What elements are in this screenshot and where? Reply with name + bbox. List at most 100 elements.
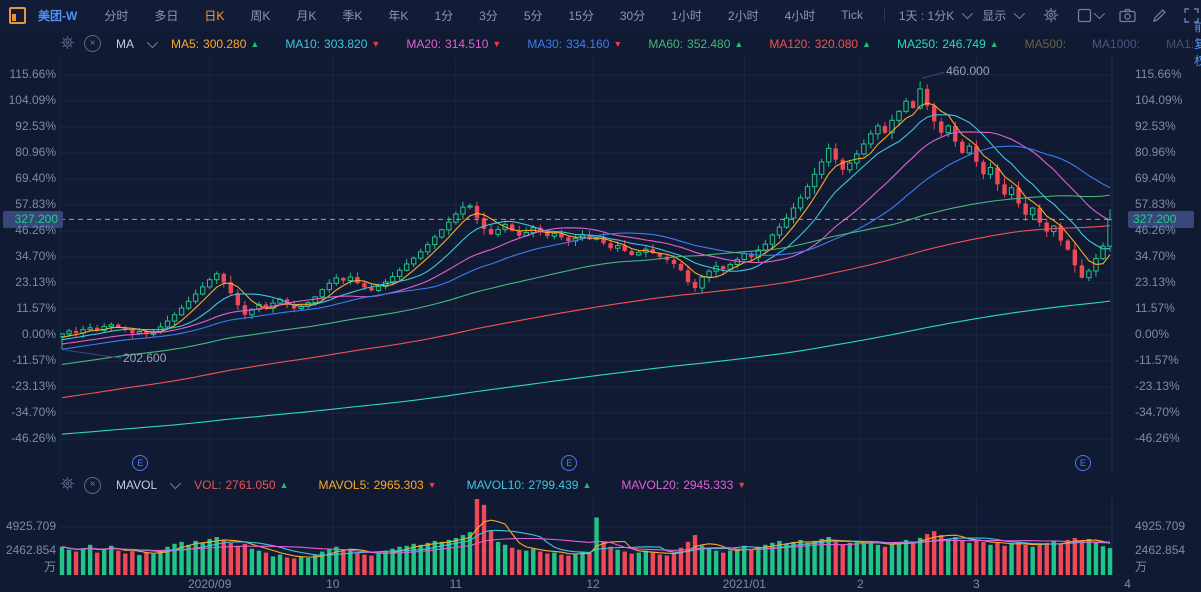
volume-bar bbox=[855, 541, 859, 575]
price-axis-tick: 57.83% bbox=[1135, 197, 1176, 211]
date-axis: 2020/091011122021/01234 bbox=[0, 575, 1201, 592]
chevron-down-icon bbox=[1014, 8, 1025, 19]
tab-daily-k[interactable]: 日K bbox=[191, 7, 237, 24]
ma250-readout: MA250:246.749▲ bbox=[897, 37, 999, 51]
volume-bar bbox=[538, 552, 542, 575]
tab-4hour[interactable]: 4小时 bbox=[772, 7, 829, 24]
vol-readout: VOL:2761.050▲ bbox=[194, 478, 288, 492]
tab-timeshare[interactable]: 分时 bbox=[91, 7, 141, 24]
top-toolbar: 美团-W 分时 多日 日K 周K 月K 季K 年K 1分 3分 5分 15分 3… bbox=[0, 0, 1201, 31]
volume-bar bbox=[524, 551, 528, 575]
ma30-readout: MA30:334.160▼ bbox=[527, 37, 622, 51]
up-arrow-icon: ▲ bbox=[734, 39, 743, 49]
up-arrow-icon: ▲ bbox=[582, 480, 591, 490]
volume-bar bbox=[714, 551, 718, 575]
volume-bar bbox=[1045, 543, 1049, 575]
tab-3min[interactable]: 3分 bbox=[466, 7, 511, 24]
settings-gear-icon[interactable] bbox=[1042, 6, 1060, 24]
price-axis-tick: 46.26% bbox=[2, 223, 56, 237]
volume-bar bbox=[1080, 541, 1084, 575]
volume-indicator-row: × MAVOL VOL:2761.050▲ MAVOL5:2965.303▼ M… bbox=[0, 472, 1201, 498]
volume-bar bbox=[411, 544, 415, 575]
volume-bar bbox=[848, 543, 852, 575]
mavol10-readout: MAVOL10:2799.439▲ bbox=[467, 478, 592, 492]
volume-axis-tick: 2462.854 bbox=[0, 543, 56, 557]
volume-chart[interactable] bbox=[0, 498, 1201, 575]
volume-bar bbox=[637, 553, 641, 575]
indicator-close-icon[interactable]: × bbox=[84, 477, 101, 494]
indicator-settings-gear-icon[interactable] bbox=[60, 476, 75, 494]
price-axis-tick: 69.40% bbox=[1135, 171, 1176, 185]
volume-bar bbox=[721, 553, 725, 575]
app-window-icon[interactable] bbox=[9, 7, 26, 24]
tab-tick[interactable]: Tick bbox=[828, 8, 876, 22]
volume-bar bbox=[644, 551, 648, 575]
ma-line-MA30 bbox=[62, 146, 1110, 349]
volume-bar bbox=[1016, 542, 1020, 575]
volume-bar bbox=[306, 558, 310, 575]
price-axis-tick: 80.96% bbox=[2, 145, 56, 159]
volume-bar bbox=[1023, 545, 1027, 575]
volume-bar bbox=[236, 546, 240, 575]
tab-1min[interactable]: 1分 bbox=[421, 7, 466, 24]
volume-bar bbox=[615, 550, 619, 575]
price-axis-tick: -34.70% bbox=[1135, 405, 1180, 419]
date-tick-label: 11 bbox=[450, 577, 462, 591]
date-tick-label: 12 bbox=[586, 577, 599, 591]
volume-bar bbox=[749, 550, 753, 575]
mavol-indicator-name: MAVOL bbox=[116, 478, 157, 492]
volume-bar bbox=[897, 542, 901, 575]
draw-pencil-icon[interactable] bbox=[1150, 6, 1168, 24]
volume-bar bbox=[967, 543, 971, 575]
tab-30min[interactable]: 30分 bbox=[607, 7, 658, 24]
price-axis-tick: -34.70% bbox=[2, 405, 56, 419]
indicator-settings-gear-icon[interactable] bbox=[60, 35, 75, 53]
tab-multiday[interactable]: 多日 bbox=[141, 7, 191, 24]
ma-line-MA120 bbox=[62, 226, 1110, 398]
interval-combo-label: 1天 : 1分K bbox=[899, 7, 954, 24]
volume-bar bbox=[116, 551, 120, 575]
screenshot-camera-icon[interactable] bbox=[1118, 6, 1136, 24]
volume-bar bbox=[890, 544, 894, 575]
tab-15min[interactable]: 15分 bbox=[556, 7, 607, 24]
volume-bar bbox=[1009, 544, 1013, 575]
tab-monthly-k[interactable]: 月K bbox=[283, 7, 329, 24]
tab-2hour[interactable]: 2小时 bbox=[715, 7, 772, 24]
volume-bar bbox=[545, 554, 549, 575]
volume-bar bbox=[285, 557, 289, 575]
price-axis-tick: -23.13% bbox=[2, 379, 56, 393]
layout-selector[interactable] bbox=[1074, 6, 1104, 24]
volume-bar bbox=[250, 549, 254, 575]
tab-yearly-k[interactable]: 年K bbox=[375, 7, 421, 24]
volume-bar bbox=[517, 550, 521, 575]
indicator-close-icon[interactable]: × bbox=[84, 35, 101, 52]
volume-bar bbox=[1002, 546, 1006, 575]
price-axis-tick: 115.66% bbox=[1135, 67, 1181, 81]
price-axis-tick: 34.70% bbox=[2, 249, 56, 263]
tab-quarterly-k[interactable]: 季K bbox=[329, 7, 375, 24]
volume-bar bbox=[981, 542, 985, 575]
display-dropdown[interactable]: 显示 bbox=[976, 7, 1028, 24]
ma-indicator-name: MA bbox=[116, 37, 134, 51]
volume-bar bbox=[510, 548, 514, 575]
price-axis-tick: 92.53% bbox=[1135, 119, 1176, 133]
ma20-readout: MA20:314.510▼ bbox=[406, 37, 501, 51]
toolbar-right: 显示 F10 bbox=[976, 6, 1201, 24]
volume-bar bbox=[974, 540, 978, 575]
tab-1hour[interactable]: 1小时 bbox=[658, 7, 715, 24]
volume-bar bbox=[777, 541, 781, 575]
volume-bar bbox=[826, 537, 830, 575]
up-arrow-icon: ▲ bbox=[250, 39, 259, 49]
date-tick-label: 3 bbox=[973, 577, 980, 591]
volume-bar bbox=[1101, 546, 1105, 575]
candlestick-chart[interactable] bbox=[0, 57, 1201, 472]
volume-bar bbox=[60, 547, 64, 575]
price-axis-tick: 46.26% bbox=[1135, 223, 1176, 237]
earnings-event-icon[interactable]: E bbox=[1075, 455, 1091, 471]
volume-bar bbox=[383, 551, 387, 575]
volume-bar bbox=[693, 535, 697, 575]
tab-5min[interactable]: 5分 bbox=[511, 7, 556, 24]
interval-combo[interactable]: 1天 : 1分K bbox=[893, 7, 976, 24]
price-axis-tick: -46.26% bbox=[1135, 431, 1180, 445]
tab-weekly-k[interactable]: 周K bbox=[237, 7, 283, 24]
